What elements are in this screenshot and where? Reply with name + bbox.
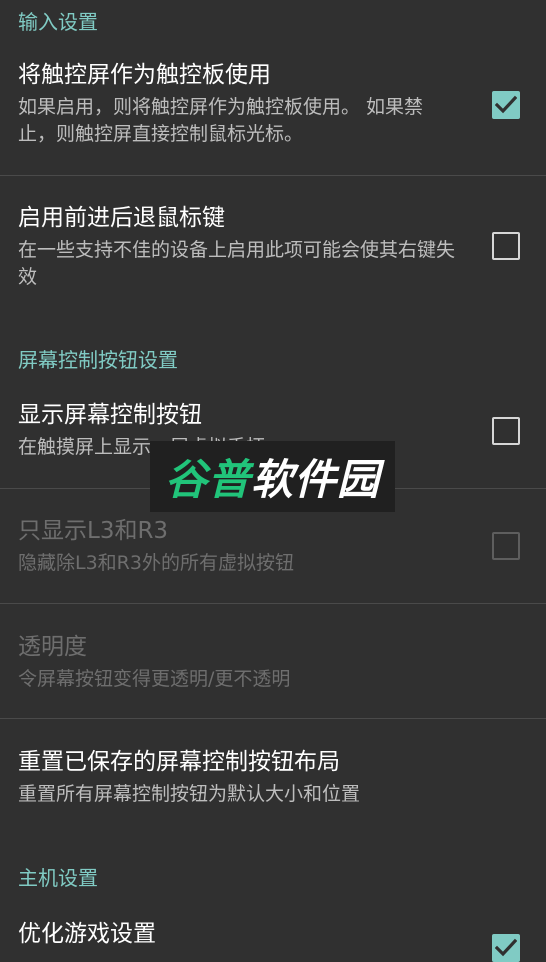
category-host-settings: 主机设置 <box>18 866 98 890</box>
pref-summary: 重置所有屏幕控制按钮为默认大小和位置 <box>18 783 361 805</box>
only-l3r3-checkbox[interactable] <box>492 532 520 560</box>
category-input-settings: 输入设置 <box>18 10 98 34</box>
pref-summary: 隐藏除L3和R3外的所有虚拟按钮 <box>18 552 294 574</box>
pref-title: 显示屏幕控制按钮 <box>18 402 202 428</box>
category-onscreen-controls: 屏幕控制按钮设置 <box>18 348 178 372</box>
pref-optimize-game-settings[interactable]: 优化游戏设置 <box>0 904 546 962</box>
pref-title: 优化游戏设置 <box>18 921 156 947</box>
pref-title: 透明度 <box>18 634 87 660</box>
settings-screen: 输入设置 将触控屏作为触控板使用 如果启用，则将触控屏作为触控板使用。 如果禁止… <box>0 0 546 962</box>
pref-title: 重置已保存的屏幕控制按钮布局 <box>18 749 340 775</box>
check-icon <box>495 938 517 957</box>
pref-touchscreen-as-trackpad[interactable]: 将触控屏作为触控板使用 如果启用，则将触控屏作为触控板使用。 如果禁止，则触控屏… <box>0 48 546 175</box>
watermark-logo: 谷普 软件园 <box>150 441 395 512</box>
pref-summary: 令屏幕按钮变得更透明/更不透明 <box>18 668 291 690</box>
pref-opacity[interactable]: 透明度 令屏幕按钮变得更透明/更不透明 <box>0 604 546 718</box>
mouse-nav-checkbox[interactable] <box>492 232 520 260</box>
pref-summary: 如果启用，则将触控屏作为触控板使用。 如果禁止，则触控屏直接控制鼠标光标。 <box>18 96 424 145</box>
show-osc-checkbox[interactable] <box>492 417 520 445</box>
pref-mouse-nav-buttons[interactable]: 启用前进后退鼠标键 在一些支持不佳的设备上启用此项可能会使其右键失效 <box>0 176 546 309</box>
optimize-games-checkbox[interactable] <box>492 934 520 962</box>
pref-title: 只显示L3和R3 <box>18 518 169 544</box>
pref-summary: 在一些支持不佳的设备上启用此项可能会使其右键失效 <box>18 239 456 288</box>
pref-title: 将触控屏作为触控板使用 <box>18 62 271 88</box>
touchpad-checkbox[interactable] <box>492 91 520 119</box>
watermark-text-green: 谷普 <box>164 455 251 504</box>
watermark-text-white: 软件园 <box>251 455 381 504</box>
check-icon <box>495 95 517 114</box>
pref-title: 启用前进后退鼠标键 <box>18 205 225 231</box>
pref-reset-onscreen-layout[interactable]: 重置已保存的屏幕控制按钮布局 重置所有屏幕控制按钮为默认大小和位置 <box>0 719 546 833</box>
